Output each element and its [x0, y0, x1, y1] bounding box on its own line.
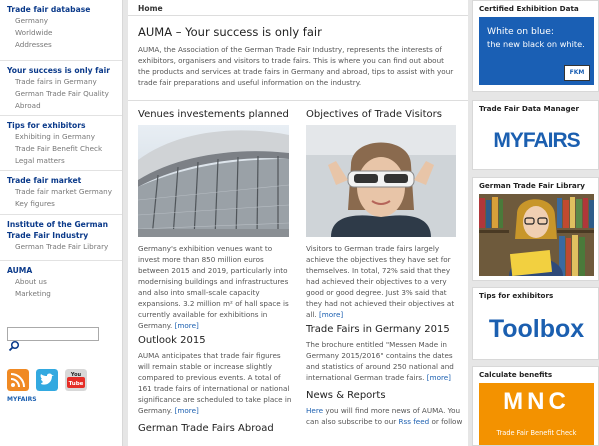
box-data-manager[interactable]: Trade Fair Data Manager MYFAIRS	[472, 100, 599, 170]
nav-item-worldwide[interactable]: Worldwide	[7, 27, 122, 39]
nav-group-tips: Tips for exhibitors Exhibiting in German…	[0, 116, 122, 171]
myfairs-small-logo[interactable]: MYFAIRS	[7, 396, 37, 403]
nav-item-key-figures[interactable]: Key figures	[7, 198, 122, 210]
box-title-benefits: Calculate benefits	[479, 370, 553, 379]
article-title-objectives[interactable]: Objectives of Trade Visitors	[306, 109, 464, 120]
nav-head-success[interactable]: Your success is only fair	[7, 65, 122, 76]
search-input[interactable]	[7, 327, 99, 341]
toolbox-logo[interactable]: Toolbox	[489, 315, 584, 344]
twitter-icon[interactable]	[36, 369, 58, 391]
nav-head-institute[interactable]: Institute of the German Trade Fair Indus…	[7, 219, 122, 241]
nav-group-auma: AUMA About us Marketing	[0, 261, 122, 305]
mnc-caption: Trade Fair Benefit Check	[496, 429, 577, 437]
box-library[interactable]: German Trade Fair Library	[472, 177, 599, 281]
nav-head-auma[interactable]: AUMA	[7, 265, 122, 276]
more-link-venues[interactable]: [more]	[175, 321, 199, 330]
mnc-banner[interactable]: MNC Trade Fair Benefit Check	[479, 383, 594, 445]
nav-item-legal[interactable]: Legal matters	[7, 155, 122, 167]
box-certified-data[interactable]: Certified Exhibition Data White on blue:…	[472, 0, 599, 92]
nav-group-market: Trade fair market Trade fair market Germ…	[0, 171, 122, 215]
article-title-venues[interactable]: Venues investements planned	[138, 109, 293, 120]
article-title-outlook[interactable]: Outlook 2015	[138, 335, 293, 346]
certified-banner[interactable]: White on blue: the new black on white. F…	[479, 17, 594, 85]
rss-icon[interactable]	[7, 369, 29, 391]
tab-home[interactable]: Home	[128, 0, 468, 16]
article-title-fairs-2015[interactable]: Trade Fairs in Germany 2015	[306, 324, 464, 335]
article-title-news[interactable]: News & Reports	[306, 390, 464, 401]
fkm-badge: FKM	[564, 65, 590, 81]
vr-glasses-image[interactable]	[306, 125, 456, 237]
article-text-outlook: AUMA anticipates that trade fair figures…	[138, 351, 292, 415]
venue-building-image[interactable]	[138, 125, 289, 237]
more-link-fairs-2015[interactable]: [more]	[427, 373, 451, 382]
nav-group-success: Your success is only fair Trade fairs in…	[0, 61, 122, 116]
article-text-venues: Germany's exhibition venues want to inve…	[138, 244, 289, 330]
nav-item-quality[interactable]: German Trade Fair Quality	[7, 88, 122, 100]
more-link-outlook[interactable]: [more]	[175, 406, 199, 415]
article-title-abroad[interactable]: German Trade Fairs Abroad	[138, 423, 293, 434]
intro-section: AUMA – Your success is only fair AUMA, t…	[128, 16, 468, 88]
nav-head-trade-fair-database[interactable]: Trade fair database	[7, 4, 122, 15]
nav-item-about[interactable]: About us	[7, 276, 122, 288]
certified-line2: the new black on white.	[487, 39, 585, 49]
nav-item-market-germany[interactable]: Trade fair market Germany	[7, 186, 122, 198]
svg-text:Tube: Tube	[69, 381, 84, 387]
box-title-tips: Tips for exhibitors	[479, 291, 554, 300]
intro-title: AUMA – Your success is only fair	[138, 25, 322, 39]
nav-head-market[interactable]: Trade fair market	[7, 175, 122, 186]
box-title-data-manager: Trade Fair Data Manager	[479, 104, 580, 113]
nav-group-database: Trade fair database Germany Worldwide Ad…	[0, 0, 122, 61]
library-image[interactable]	[479, 194, 594, 277]
article-text-news: Here you will find more news of AUMA. Yo…	[306, 406, 463, 426]
box-title-certified: Certified Exhibition Data	[479, 4, 579, 13]
box-benefits[interactable]: Calculate benefits MNC Trade Fair Benefi…	[472, 366, 599, 446]
mnc-logo: MNC	[503, 388, 570, 415]
search-icon[interactable]	[8, 340, 20, 352]
nav-item-addresses[interactable]: Addresses	[7, 39, 122, 51]
nav-head-tips[interactable]: Tips for exhibitors	[7, 120, 122, 131]
nav-item-marketing[interactable]: Marketing	[7, 288, 122, 300]
more-link-objectives[interactable]: [more]	[319, 310, 343, 319]
column-objectives: Objectives of Trade Visitors Visitors to	[306, 109, 464, 427]
article-text-objectives: Visitors to German trade fairs largely a…	[306, 244, 455, 319]
nav-item-abroad[interactable]: Abroad	[7, 100, 122, 112]
nav-item-library[interactable]: German Trade Fair Library	[7, 241, 122, 253]
youtube-icon[interactable]: You Tube	[65, 369, 87, 391]
article-text-fairs-2015: The brochure entitled "Messen Made in Ge…	[306, 340, 454, 382]
nav-item-exhibiting[interactable]: Exhibiting in Germany	[7, 131, 122, 143]
intro-text: AUMA, the Association of the German Trad…	[138, 45, 454, 87]
myfairs-logo[interactable]: MYFAIRS	[493, 129, 580, 153]
right-sidebar: Certified Exhibition Data White on blue:…	[472, 0, 599, 446]
svg-text:You: You	[70, 372, 82, 378]
box-tips[interactable]: Tips for exhibitors Toolbox	[472, 287, 599, 360]
main-content: Home AUMA – Your success is only fair AU…	[128, 0, 468, 446]
divider	[128, 100, 468, 101]
box-title-library: German Trade Fair Library	[479, 181, 585, 190]
rss-feed-link[interactable]: Rss feed	[399, 417, 430, 426]
nav-item-trade-fairs-germany[interactable]: Trade fairs in Germany	[7, 76, 122, 88]
column-venues: Venues investements planned Germany's ex…	[138, 109, 293, 438]
certified-line1: White on blue:	[487, 26, 554, 37]
nav-item-germany[interactable]: Germany	[7, 15, 122, 27]
nav-group-institute: Institute of the German Trade Fair Indus…	[0, 215, 122, 261]
nav-item-benefit-check[interactable]: Trade Fair Benefit Check	[7, 143, 122, 155]
left-sidebar: Trade fair database Germany Worldwide Ad…	[0, 0, 123, 446]
news-here-link[interactable]: Here	[306, 406, 323, 415]
